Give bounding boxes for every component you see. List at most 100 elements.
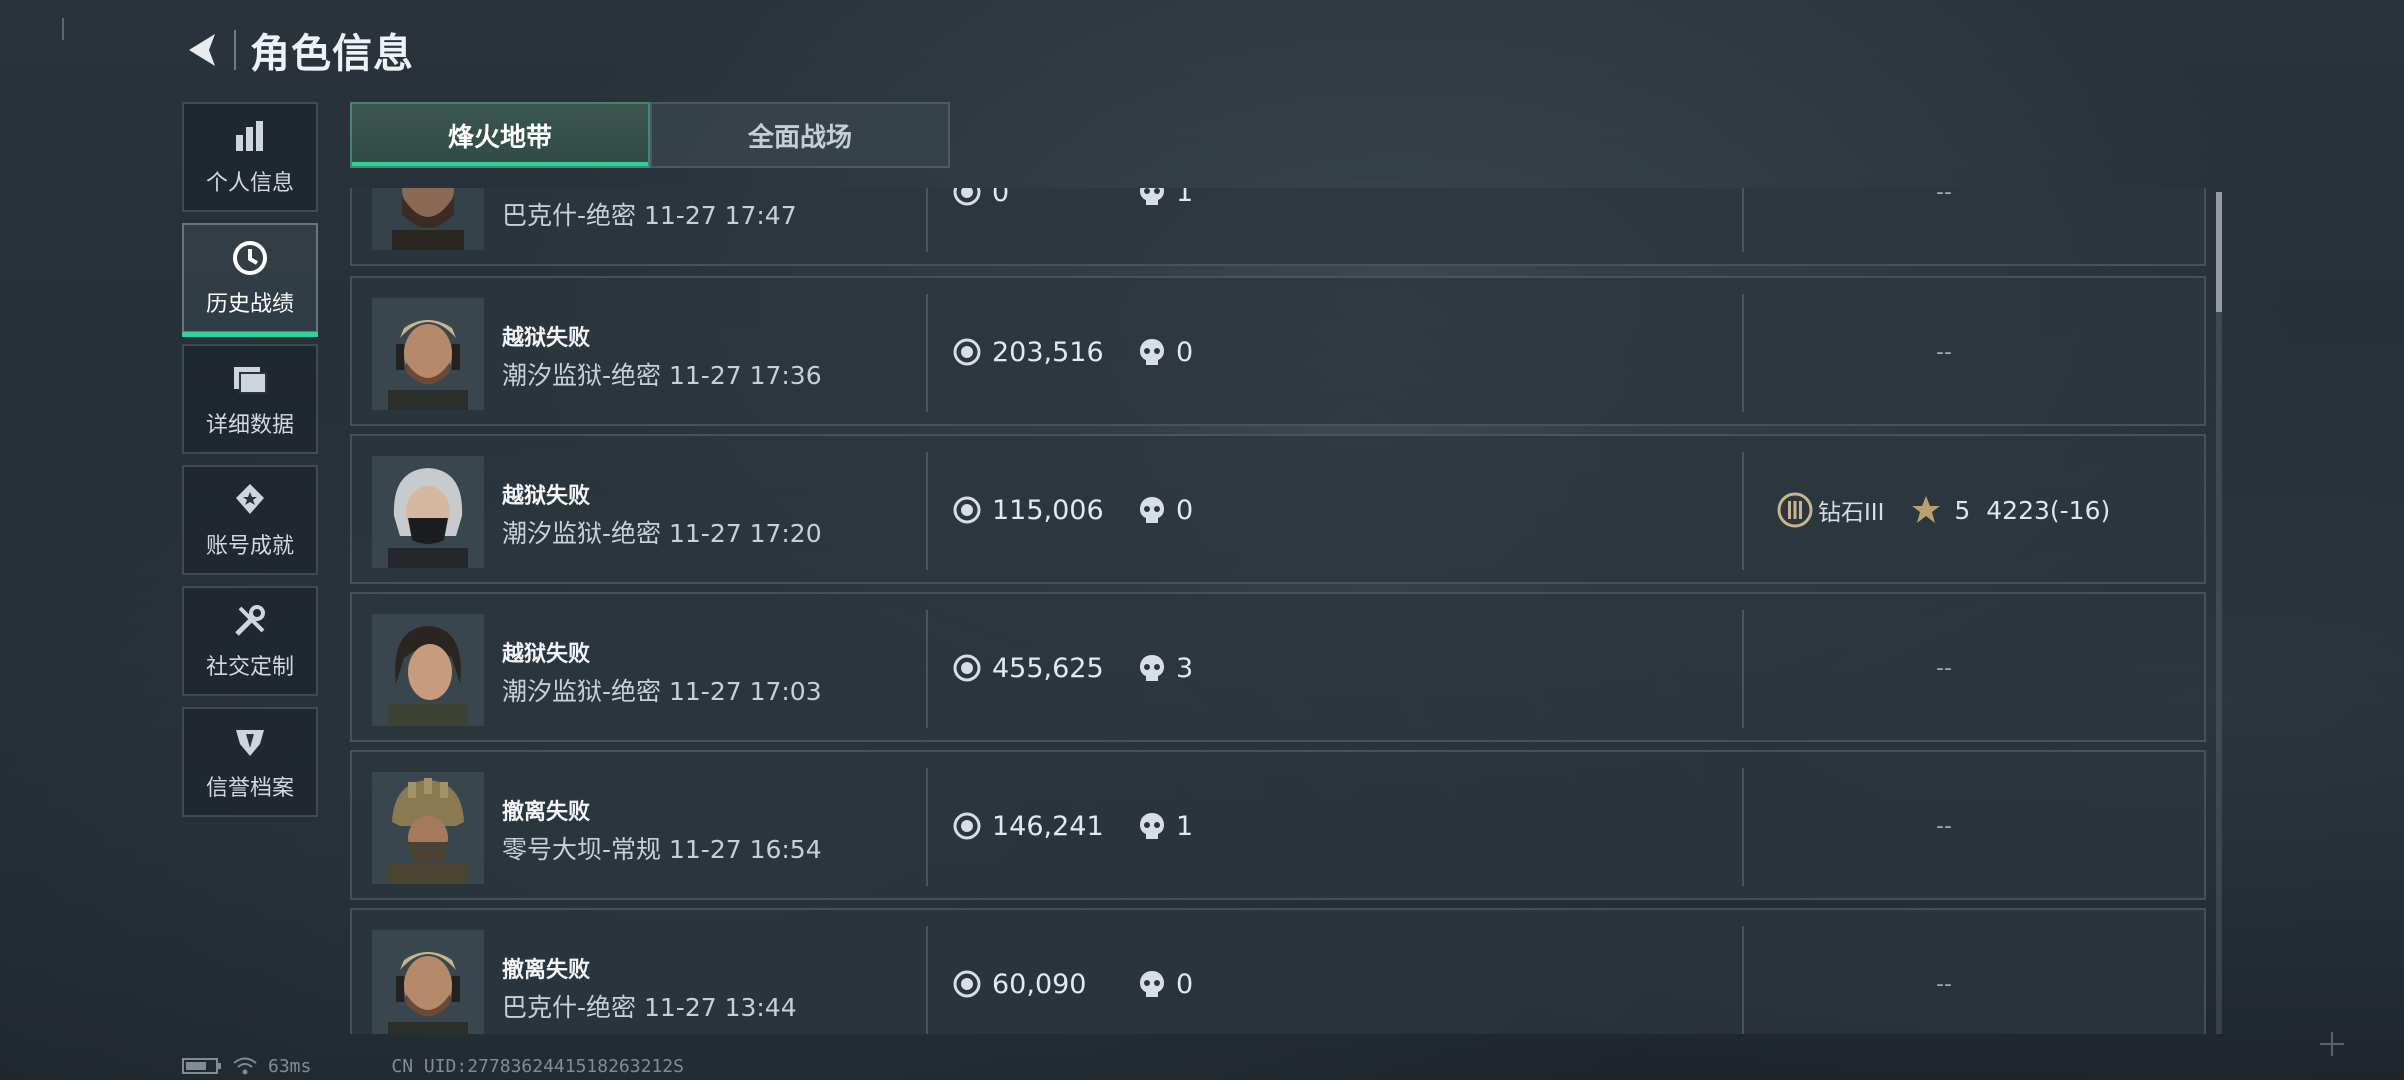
coin-icon — [953, 812, 981, 840]
match-result: 越狱失败 — [502, 326, 591, 351]
match-kills: 3 — [1176, 652, 1194, 684]
coin-icon — [953, 970, 981, 998]
match-money: 455,625 — [992, 652, 1104, 684]
row-divider — [926, 188, 928, 252]
operator-avatar — [372, 188, 484, 250]
match-money: 203,516 — [992, 336, 1104, 368]
match-row[interactable]: 巴克什-绝密 11-27 17:47 0 1 -- — [350, 188, 2206, 266]
sidebar-item-personal-info[interactable]: 个人信息 — [182, 102, 318, 212]
rank-placeholder: -- — [1936, 188, 1952, 205]
sidebar-item-match-history[interactable]: 历史战绩 — [182, 223, 318, 337]
match-map-time: 潮汐监狱-绝密 11-27 17:20 — [502, 519, 822, 548]
match-kills: 1 — [1176, 810, 1194, 842]
row-divider — [926, 926, 928, 1034]
row-divider — [1742, 768, 1744, 886]
operator-avatar — [372, 614, 484, 726]
rank-placeholder: -- — [1936, 656, 1952, 681]
wifi-icon — [233, 1057, 257, 1075]
header-separator — [234, 30, 236, 70]
match-result: 撤离失败 — [502, 800, 591, 825]
sidebar-item-label: 信誉档案 — [205, 776, 294, 801]
page-header: 角色信息 — [180, 22, 414, 78]
corner-tick — [62, 18, 64, 40]
rank-info: 钻石III 5 4223(-16) — [1776, 492, 2110, 528]
match-kills: 0 — [1176, 336, 1194, 368]
match-map-time: 零号大坝-常规 11-27 16:54 — [502, 835, 822, 864]
coin-icon — [953, 188, 981, 206]
match-map-time: 潮汐监狱-绝密 11-27 17:03 — [502, 677, 822, 706]
back-arrow-icon — [189, 34, 215, 66]
coin-icon — [953, 496, 981, 524]
back-button[interactable] — [180, 27, 226, 73]
skull-icon — [1140, 971, 1164, 997]
tools-icon — [230, 601, 270, 641]
match-history-list[interactable]: 巴克什-绝密 11-27 17:47 0 1 -- 越狱失败 潮汐监狱-绝密 1… — [350, 188, 2210, 1034]
bar-chart-icon — [230, 117, 270, 157]
operator-avatar — [372, 298, 484, 410]
match-money: 115,006 — [992, 494, 1104, 526]
row-divider — [926, 452, 928, 570]
match-stats: 0 1 — [952, 188, 1193, 210]
sidebar-item-label: 社交定制 — [205, 655, 294, 680]
match-result: 越狱失败 — [502, 642, 591, 667]
operator-avatar — [372, 456, 484, 568]
list-scrollbar[interactable] — [2216, 192, 2222, 1034]
match-kills: 0 — [1176, 494, 1194, 526]
rank-name: 钻石III — [1818, 500, 1885, 526]
row-divider — [1742, 610, 1744, 728]
sidebar-item-label: 历史战绩 — [205, 292, 294, 317]
coin-icon — [953, 338, 981, 366]
match-map-time: 潮汐监狱-绝密 11-27 17:36 — [502, 361, 822, 390]
sidebar-item-label: 个人信息 — [205, 171, 294, 196]
tab-haavk[interactable]: 烽火地带 — [350, 102, 650, 168]
sidebar-item-achievements[interactable]: 账号成就 — [182, 465, 318, 575]
match-stats: 60,090 0 — [952, 966, 1193, 1002]
rank-placeholder: -- — [1936, 814, 1952, 839]
skull-icon — [1140, 339, 1164, 365]
sidebar: 个人信息 历史战绩 详细数据 账号成就 社交定制 信誉档案 — [182, 102, 320, 828]
page-title: 角色信息 — [250, 31, 414, 77]
diamond-rank-badge-icon — [1777, 492, 1813, 528]
row-divider — [926, 768, 928, 886]
match-row[interactable]: 撤离失败 巴克什-绝密 11-27 13:44 60,090 0 -- — [350, 908, 2206, 1034]
match-row[interactable]: 越狱失败 潮汐监狱-绝密 11-27 17:03 455,625 3 -- — [350, 592, 2206, 742]
corner-plus-icon — [2320, 1032, 2344, 1056]
scrollbar-thumb[interactable] — [2216, 192, 2222, 312]
mode-tabs: 烽火地带 全面战场 — [350, 102, 950, 168]
rank-placeholder: -- — [1936, 972, 1952, 997]
match-map-time: 巴克什-绝密 11-27 13:44 — [502, 993, 797, 1022]
match-money: 0 — [992, 188, 1010, 208]
match-stats: 146,241 1 — [952, 808, 1193, 844]
match-row[interactable]: 越狱失败 潮汐监狱-绝密 11-27 17:20 115,006 0 钻石III… — [350, 434, 2206, 584]
operator-avatar — [372, 772, 484, 884]
star-icon — [1912, 496, 1941, 523]
skull-icon — [1140, 497, 1164, 523]
player-uid: CN UID:2778362441518263212S — [391, 1055, 684, 1077]
coin-icon — [953, 654, 981, 682]
sidebar-item-label: 账号成就 — [205, 534, 294, 559]
sidebar-item-label: 详细数据 — [205, 413, 294, 438]
row-divider — [1742, 294, 1744, 412]
battery-icon — [182, 1058, 221, 1074]
row-divider — [926, 610, 928, 728]
skull-icon — [1140, 655, 1164, 681]
match-row[interactable]: 撤离失败 零号大坝-常规 11-27 16:54 146,241 1 -- — [350, 750, 2206, 900]
status-bar: 63ms CN UID:2778362441518263212S — [182, 1054, 684, 1078]
clock-icon — [230, 238, 270, 278]
match-money: 146,241 — [992, 810, 1104, 842]
match-money: 60,090 — [992, 968, 1087, 1000]
match-stats: 203,516 0 — [952, 334, 1193, 370]
sidebar-item-credit-record[interactable]: 信誉档案 — [182, 707, 318, 817]
match-result: 撤离失败 — [502, 958, 591, 983]
skull-icon — [1140, 813, 1164, 839]
ping-value: 63ms — [268, 1055, 312, 1077]
row-divider — [1742, 188, 1744, 252]
match-row[interactable]: 越狱失败 潮汐监狱-绝密 11-27 17:36 203,516 0 -- — [350, 276, 2206, 426]
match-stats: 455,625 3 — [952, 650, 1193, 686]
sidebar-item-social-custom[interactable]: 社交定制 — [182, 586, 318, 696]
sidebar-item-detailed-data[interactable]: 详细数据 — [182, 344, 318, 454]
operator-avatar — [372, 930, 484, 1034]
rank-stars: 5 — [1954, 495, 1971, 525]
rank-score: 4223(-16) — [1986, 495, 2111, 525]
tab-warfare[interactable]: 全面战场 — [650, 102, 950, 168]
